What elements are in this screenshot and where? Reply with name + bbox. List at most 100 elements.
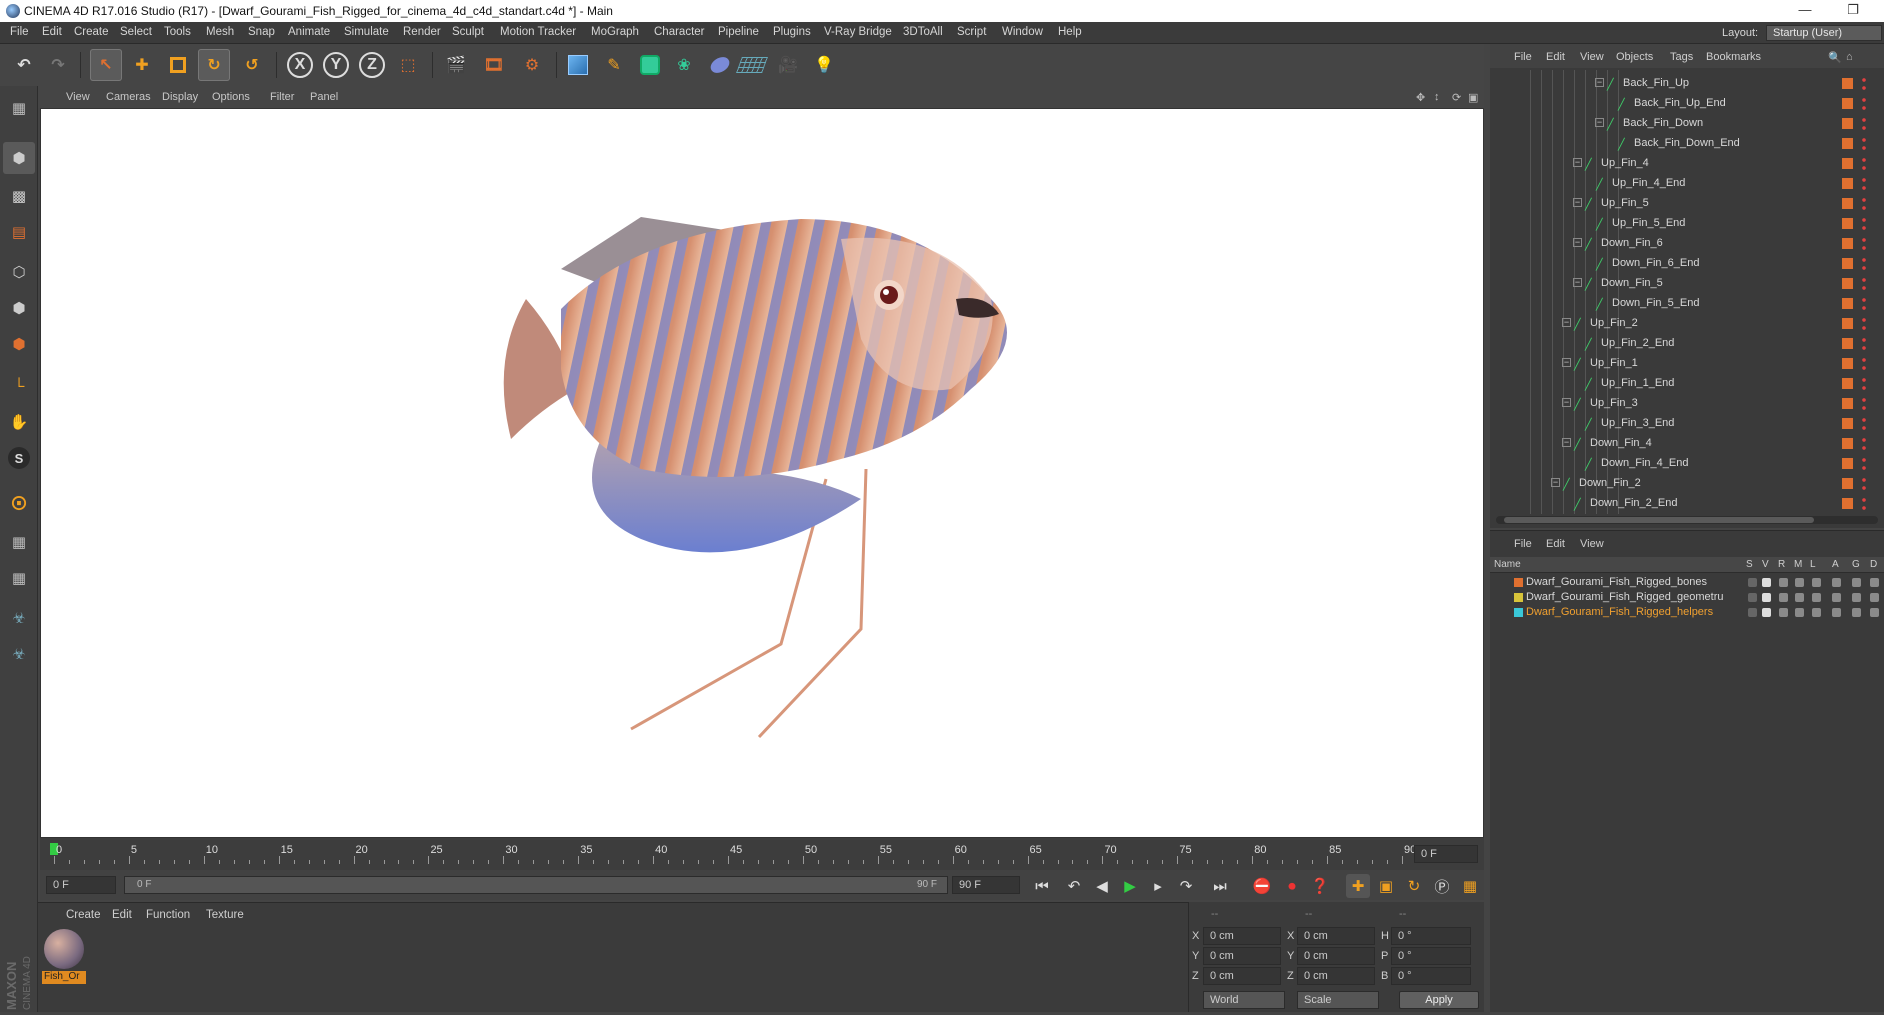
layer-row[interactable]: Dwarf_Gourami_Fish_Rigged_bones bbox=[1490, 575, 1884, 590]
viewport[interactable] bbox=[40, 108, 1484, 838]
record-icon[interactable]: ⛔ bbox=[1250, 874, 1274, 898]
layer-col-m[interactable]: M bbox=[1794, 559, 1802, 570]
menu-motion-tracker[interactable]: Motion Tracker bbox=[500, 26, 576, 38]
goto-end-icon[interactable]: ⏭ bbox=[1208, 874, 1232, 898]
layer-menu-edit[interactable]: Edit bbox=[1546, 538, 1565, 550]
expand-toggle-icon[interactable]: − bbox=[1562, 438, 1571, 447]
search-icon[interactable]: 🔍 bbox=[1828, 51, 1842, 64]
viewport-maximize-icon[interactable]: ▣ bbox=[1468, 91, 1478, 104]
object-row[interactable]: − ╱ Back_Fin_Down bbox=[1490, 114, 1884, 134]
layer-deformers-icon[interactable] bbox=[1870, 608, 1879, 617]
object-row[interactable]: ╱ Up_Fin_4_End bbox=[1490, 174, 1884, 194]
viewport-menu-filter[interactable]: Filter bbox=[270, 91, 294, 103]
object-row[interactable]: ╱ Up_Fin_3_End bbox=[1490, 414, 1884, 434]
coord-pos-x[interactable]: 0 cm bbox=[1203, 927, 1281, 945]
render-view-icon[interactable]: 🎬 bbox=[440, 49, 472, 81]
layer-col-name[interactable]: Name bbox=[1494, 559, 1521, 570]
visibility-dots-icon[interactable] bbox=[1862, 336, 1866, 352]
enable-snap-icon[interactable]: ▦ bbox=[3, 526, 35, 558]
scale-icon[interactable] bbox=[162, 49, 194, 81]
z-axis-icon[interactable]: Z bbox=[356, 49, 388, 81]
material-menu-function[interactable]: Function bbox=[146, 909, 190, 921]
start-frame-field[interactable]: 0 F bbox=[46, 876, 116, 894]
menu-tools[interactable]: Tools bbox=[164, 26, 191, 38]
object-row[interactable]: − ╱ Up_Fin_2 bbox=[1490, 314, 1884, 334]
expand-toggle-icon[interactable]: − bbox=[1595, 118, 1604, 127]
object-horizontal-scrollbar[interactable] bbox=[1496, 516, 1878, 524]
layer-col-g[interactable]: G bbox=[1852, 559, 1860, 570]
cube-icon[interactable] bbox=[562, 49, 594, 81]
object-tag-icon[interactable] bbox=[1842, 98, 1853, 109]
rotate-icon[interactable]: ↻ bbox=[198, 49, 230, 81]
object-menu-edit[interactable]: Edit bbox=[1546, 51, 1565, 63]
object-tag-icon[interactable] bbox=[1842, 418, 1853, 429]
current-frame-field[interactable]: 0 F bbox=[1414, 845, 1478, 863]
visibility-dots-icon[interactable] bbox=[1862, 416, 1866, 432]
layer-generators-icon[interactable] bbox=[1852, 578, 1861, 587]
viewport-rotate-icon[interactable]: ⟳ bbox=[1452, 91, 1461, 104]
object-row[interactable]: ╱ Up_Fin_2_End bbox=[1490, 334, 1884, 354]
visibility-dots-icon[interactable] bbox=[1862, 256, 1866, 272]
object-row[interactable]: ╱ Down_Fin_4_End bbox=[1490, 454, 1884, 474]
minimize-button[interactable]: — bbox=[1790, 2, 1820, 20]
layer-generators-icon[interactable] bbox=[1852, 593, 1861, 602]
layer-animation-icon[interactable] bbox=[1832, 608, 1841, 617]
layer-deformers-icon[interactable] bbox=[1870, 578, 1879, 587]
viewport-menu-display[interactable]: Display bbox=[162, 91, 198, 103]
coord-scale-select[interactable]: Scale bbox=[1297, 991, 1379, 1009]
subdivision-icon[interactable] bbox=[634, 49, 666, 81]
object-tag-icon[interactable] bbox=[1842, 318, 1853, 329]
render-picture-viewer-icon[interactable]: 🎞 bbox=[478, 49, 510, 81]
menu-3dtoall[interactable]: 3DToAll bbox=[903, 26, 943, 38]
menu-animate[interactable]: Animate bbox=[288, 26, 330, 38]
material-menu-texture[interactable]: Texture bbox=[206, 909, 244, 921]
object-row[interactable]: ╱ Up_Fin_1_End bbox=[1490, 374, 1884, 394]
visibility-dots-icon[interactable] bbox=[1862, 496, 1866, 512]
object-row[interactable]: − ╱ Down_Fin_6 bbox=[1490, 234, 1884, 254]
menu-snap[interactable]: Snap bbox=[248, 26, 275, 38]
object-row[interactable]: ╱ Up_Fin_5_End bbox=[1490, 214, 1884, 234]
camera-icon[interactable]: 🎥 bbox=[772, 49, 804, 81]
end-frame-field[interactable]: 90 F bbox=[952, 876, 1020, 894]
prev-frame-icon[interactable]: ◀ bbox=[1090, 874, 1114, 898]
frame-range-slider[interactable]: 0 F 90 F bbox=[124, 876, 948, 894]
snap-icon[interactable]: ⨀ bbox=[3, 486, 35, 518]
undo-icon[interactable]: ↶ bbox=[8, 49, 40, 81]
object-row[interactable]: ╱ Down_Fin_5_End bbox=[1490, 294, 1884, 314]
model-mode-icon[interactable]: ⬢ bbox=[3, 142, 35, 174]
viewport-menu-panel[interactable]: Panel bbox=[310, 91, 338, 103]
coord-rot-h[interactable]: 0 ° bbox=[1391, 927, 1471, 945]
object-menu-tags[interactable]: Tags bbox=[1670, 51, 1693, 63]
layer-render-icon[interactable] bbox=[1779, 608, 1788, 617]
layer-animation-icon[interactable] bbox=[1832, 593, 1841, 602]
layer-menu-view[interactable]: View bbox=[1580, 538, 1604, 550]
object-tag-icon[interactable] bbox=[1842, 358, 1853, 369]
visibility-dots-icon[interactable] bbox=[1862, 156, 1866, 172]
object-tag-icon[interactable] bbox=[1842, 298, 1853, 309]
layer-row[interactable]: Dwarf_Gourami_Fish_Rigged_geometru bbox=[1490, 590, 1884, 605]
coord-size-y[interactable]: 0 cm bbox=[1297, 947, 1375, 965]
expand-toggle-icon[interactable]: − bbox=[1573, 158, 1582, 167]
object-tag-icon[interactable] bbox=[1842, 218, 1853, 229]
material-menu-create[interactable]: Create bbox=[66, 909, 101, 921]
object-row[interactable]: − ╱ Down_Fin_5 bbox=[1490, 274, 1884, 294]
array-icon[interactable]: ❀ bbox=[668, 49, 700, 81]
object-menu-objects[interactable]: Objects bbox=[1616, 51, 1653, 63]
viewport-menu-cameras[interactable]: Cameras bbox=[106, 91, 151, 103]
layer-menu-file[interactable]: File bbox=[1514, 538, 1532, 550]
redo-icon[interactable]: ↷ bbox=[42, 49, 74, 81]
locked-workplane-icon[interactable]: ▦ bbox=[3, 562, 35, 594]
object-tag-icon[interactable] bbox=[1842, 478, 1853, 489]
layer-render-icon[interactable] bbox=[1779, 578, 1788, 587]
object-row[interactable]: − ╱ Down_Fin_2 bbox=[1490, 474, 1884, 494]
solo-icon[interactable]: S bbox=[3, 442, 35, 474]
axis-mode-icon[interactable]: └ bbox=[3, 370, 35, 402]
object-tag-icon[interactable] bbox=[1842, 498, 1853, 509]
object-row[interactable]: ╱ Back_Fin_Up_End bbox=[1490, 94, 1884, 114]
viewport-menu-view[interactable]: View bbox=[66, 91, 90, 103]
object-tag-icon[interactable] bbox=[1842, 198, 1853, 209]
menu-render[interactable]: Render bbox=[403, 26, 441, 38]
layout-select[interactable]: Startup (User) bbox=[1766, 25, 1882, 41]
object-menu-file[interactable]: File bbox=[1514, 51, 1532, 63]
layer-manager-icon[interactable] bbox=[1795, 608, 1804, 617]
